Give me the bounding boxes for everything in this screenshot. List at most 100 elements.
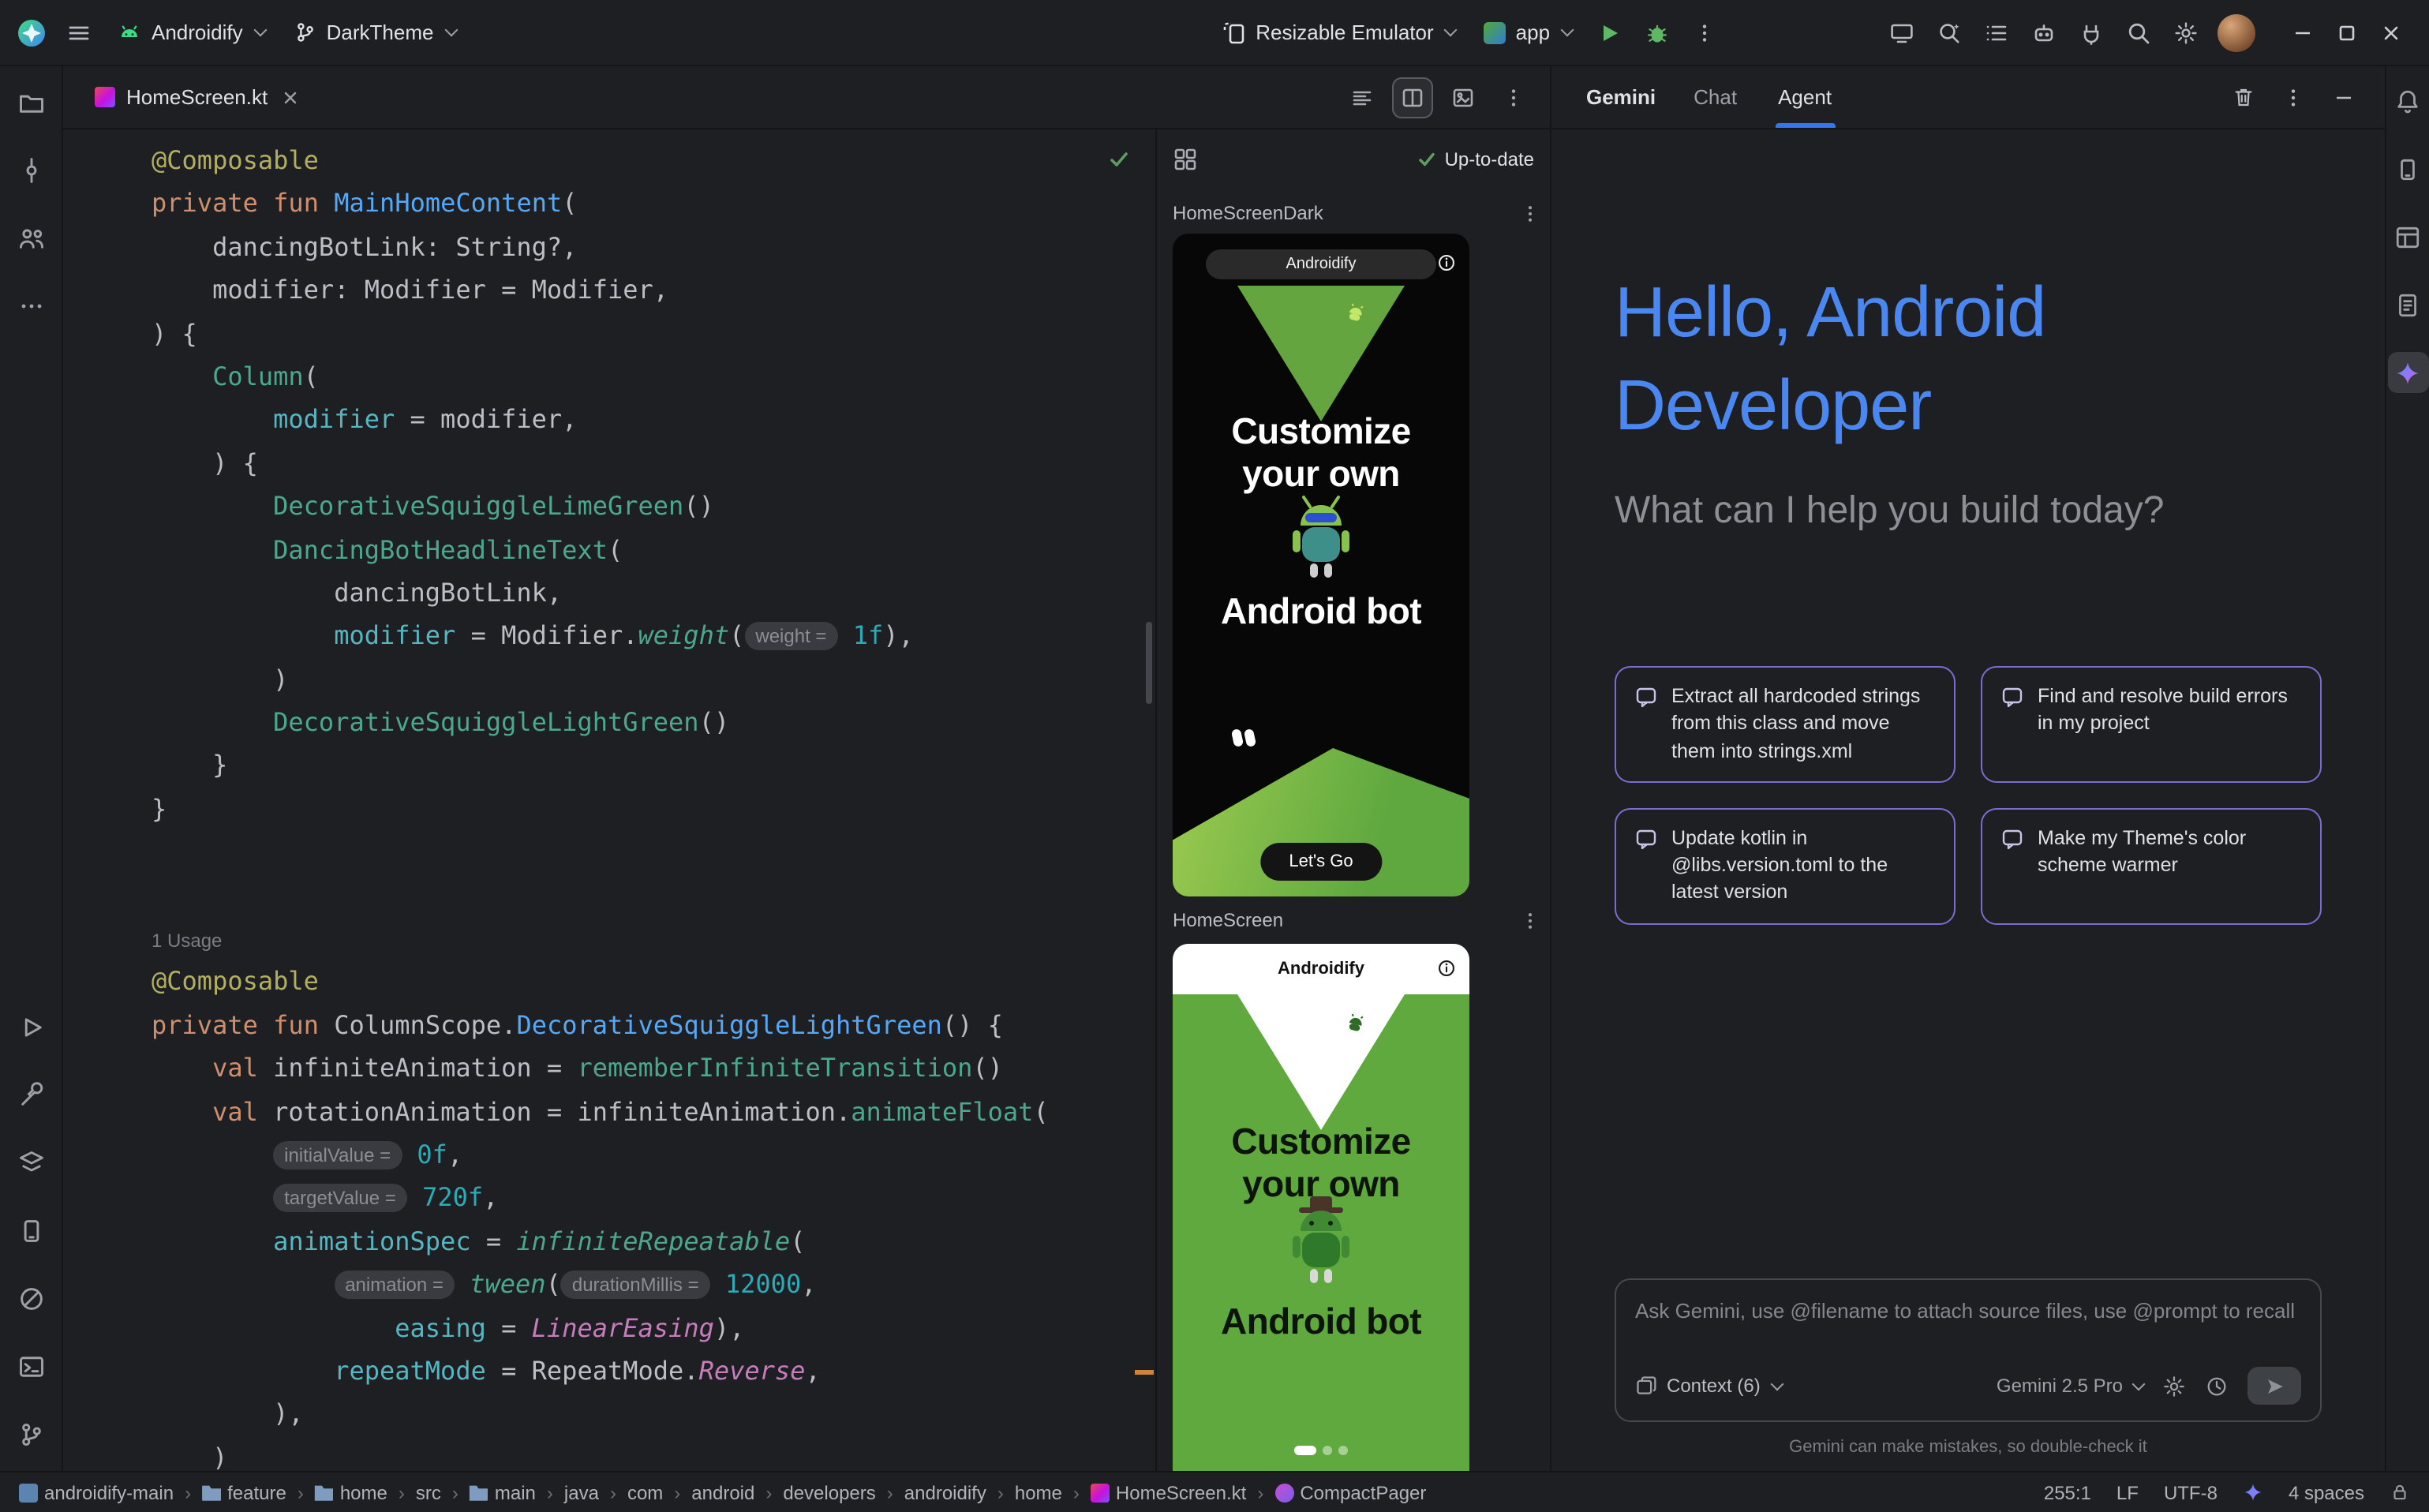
preview-scroll-area[interactable]: HomeScreenDark Androidify (1157, 189, 1550, 1471)
version-control-icon[interactable] (10, 1414, 51, 1455)
code-line[interactable]: repeatMode = RepeatMode.Reverse, (152, 1349, 1155, 1393)
breadcrumb-item[interactable]: com (627, 1481, 663, 1503)
tab-chat[interactable]: Chat (1690, 66, 1740, 128)
user-avatar[interactable] (2218, 13, 2255, 51)
design-view-icon[interactable] (1443, 77, 1484, 118)
more-actions-icon[interactable] (1682, 10, 1727, 54)
breadcrumb-item[interactable]: CompactPager (1274, 1481, 1426, 1503)
inspections-ok-icon[interactable] (1108, 148, 1130, 170)
code-line[interactable]: @Composable (152, 139, 1155, 182)
tab-agent[interactable]: Agent (1775, 66, 1835, 128)
breadcrumb-item[interactable]: android (691, 1481, 754, 1503)
code-line[interactable]: animationSpec = infiniteRepeatable( (152, 1220, 1155, 1263)
code-line[interactable]: private fun MainHomeContent( (152, 182, 1155, 226)
gemini-more-icon[interactable] (2274, 78, 2312, 116)
run-tool-icon[interactable] (10, 1007, 51, 1048)
code-line[interactable]: val infiniteAnimation = rememberInfinite… (152, 1046, 1155, 1090)
prompt-settings-icon[interactable] (2162, 1374, 2186, 1398)
run-configuration-selector[interactable]: app (1472, 10, 1585, 54)
code-line[interactable]: dancingBotLink: String?, (152, 226, 1155, 269)
run-button[interactable] (1588, 10, 1632, 54)
breadcrumb-item[interactable]: androidify (904, 1481, 986, 1503)
code-line[interactable]: DancingBotHeadlineText( (152, 528, 1155, 571)
code-line[interactable]: DecorativeSquiggleLightGreen() (152, 701, 1155, 744)
build-variants-icon[interactable] (10, 1143, 51, 1184)
history-icon[interactable] (2205, 1374, 2229, 1398)
search-icon[interactable] (2116, 10, 2161, 54)
caret-position[interactable]: 255:1 (2044, 1481, 2091, 1503)
notifications-icon[interactable] (2387, 80, 2428, 122)
breadcrumb-item[interactable]: java (564, 1481, 599, 1503)
problems-icon[interactable] (10, 1278, 51, 1319)
code-line[interactable] (152, 831, 1155, 874)
gemini-prompt-box[interactable]: Ask Gemini, use @filename to attach sour… (1615, 1278, 2322, 1422)
branch-selector[interactable]: DarkTheme (281, 10, 469, 54)
lock-icon[interactable] (2390, 1482, 2410, 1503)
code-line[interactable]: val rotationAnimation = infiniteAnimatio… (152, 1090, 1155, 1133)
device-selector[interactable]: Resizable Emulator (1208, 10, 1468, 54)
model-selector[interactable]: Gemini 2.5 Pro (1997, 1375, 2143, 1397)
context-selector[interactable]: Context (6) (1635, 1375, 1783, 1397)
delete-conversation-icon[interactable] (2224, 78, 2262, 116)
terminal-icon[interactable] (10, 1346, 51, 1387)
documentation-icon[interactable] (2387, 284, 2428, 325)
breadcrumb-item[interactable]: home (1015, 1481, 1062, 1503)
maximize-button[interactable] (2325, 10, 2369, 54)
gemini-icon[interactable] (2387, 352, 2428, 393)
code-line[interactable]: 1 Usage (152, 917, 1155, 960)
tools-icon[interactable] (10, 1075, 51, 1116)
breadcrumb-item[interactable]: src (416, 1481, 441, 1503)
code-editor[interactable]: @Composableprivate fun MainHomeContent( … (63, 129, 1155, 1471)
minimize-button[interactable] (2281, 10, 2325, 54)
sparkle-search-icon[interactable] (1927, 10, 1971, 54)
breadcrumb-item[interactable]: feature (202, 1481, 286, 1503)
device-mirroring-icon[interactable] (1880, 10, 1924, 54)
project-selector[interactable]: Androidify (104, 10, 278, 54)
code-line[interactable]: } (152, 744, 1155, 788)
code-line[interactable] (152, 874, 1155, 917)
commit-icon[interactable] (10, 150, 51, 191)
studio-bot-icon[interactable] (2022, 10, 2066, 54)
code-line[interactable]: ) { (152, 441, 1155, 485)
gemini-suggestion-card[interactable]: Update kotlin in @libs.version.toml to t… (1615, 808, 1956, 925)
code-line[interactable]: targetValue = 720f, (152, 1177, 1155, 1220)
code-line[interactable]: ) (152, 1435, 1155, 1471)
gemini-suggestion-card[interactable]: Find and resolve build errors in my proj… (1981, 666, 2322, 783)
file-encoding[interactable]: UTF-8 (2164, 1481, 2218, 1503)
device-explorer-icon[interactable] (2387, 148, 2428, 189)
editor-scrollbar-thumb[interactable] (1146, 622, 1152, 704)
gemini-suggestion-card[interactable]: Extract all hardcoded strings from this … (1615, 666, 1956, 783)
code-content[interactable]: @Composableprivate fun MainHomeContent( … (152, 139, 1155, 1471)
code-line[interactable]: animation = tween(durationMillis = 12000… (152, 1263, 1155, 1306)
split-view-icon[interactable] (1392, 77, 1433, 118)
breadcrumb-item[interactable]: androidify-main (19, 1481, 174, 1503)
line-separator[interactable]: LF (2116, 1481, 2139, 1503)
code-line[interactable]: easing = LinearEasing), (152, 1306, 1155, 1349)
code-line[interactable]: modifier = Modifier.weight(weight = 1f), (152, 615, 1155, 658)
layout-inspector-icon[interactable] (2387, 216, 2428, 257)
code-line[interactable]: modifier = modifier, (152, 399, 1155, 442)
main-menu-icon[interactable] (57, 10, 101, 54)
code-line[interactable]: ) (152, 657, 1155, 701)
breadcrumb-item[interactable]: developers (783, 1481, 875, 1503)
code-line[interactable]: ) { (152, 312, 1155, 355)
code-line[interactable]: dancingBotLink, (152, 571, 1155, 615)
code-line[interactable]: initialValue = 0f, (152, 1133, 1155, 1177)
breadcrumb-item[interactable]: main (470, 1481, 536, 1503)
gemini-suggestion-card[interactable]: Make my Theme's color scheme warmer (1981, 808, 2322, 925)
code-line[interactable]: modifier: Modifier = Modifier, (152, 268, 1155, 312)
code-view-icon[interactable] (1342, 77, 1383, 118)
ai-spark-icon[interactable] (2243, 1482, 2263, 1503)
editor-more-icon[interactable] (1493, 77, 1534, 118)
checklist-icon[interactable] (1974, 10, 2019, 54)
code-line[interactable]: private fun ColumnScope.DecorativeSquigg… (152, 1004, 1155, 1047)
preview-grid-view-icon[interactable] (1173, 147, 1198, 172)
running-devices-icon[interactable] (10, 1211, 51, 1252)
code-line[interactable]: @Composable (152, 960, 1155, 1004)
breadcrumb-item[interactable]: HomeScreen.kt (1091, 1481, 1246, 1503)
close-button[interactable] (2369, 10, 2413, 54)
editor-tab[interactable]: HomeScreen.kt (79, 66, 313, 128)
lets-go-button[interactable]: Let's Go (1260, 843, 1381, 881)
prompt-input[interactable]: Ask Gemini, use @filename to attach sour… (1635, 1299, 2301, 1323)
settings-gear-icon[interactable] (2164, 10, 2208, 54)
